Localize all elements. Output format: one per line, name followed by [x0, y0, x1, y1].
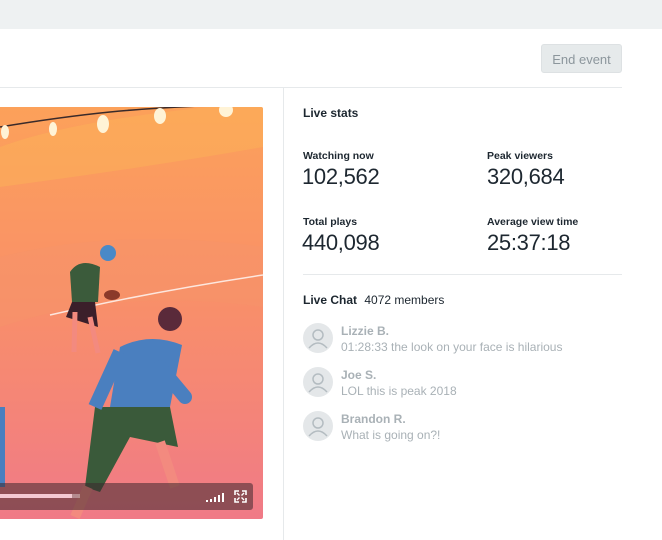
header-divider: [0, 87, 622, 88]
video-frame-illustration: [0, 107, 263, 519]
chat-author: Lizzie B.: [341, 324, 390, 338]
live-stats-title: Live stats: [303, 106, 359, 120]
chat-message: Brandon R. What is going on?!: [303, 411, 623, 445]
watching-now-value: 102,562: [302, 164, 380, 189]
average-view-time-label: Average view time: [487, 216, 579, 228]
user-avatar-icon: [303, 367, 333, 397]
user-avatar-icon: [303, 411, 333, 441]
average-view-time-value: 25:37:18: [487, 230, 571, 255]
chat-text: 01:28:33 the look on your face is hilari…: [341, 340, 563, 354]
stats-divider: [303, 274, 622, 275]
chat-author: Joe S.: [341, 368, 377, 382]
chat-message: Joe S. LOL this is peak 2018: [303, 367, 623, 401]
signal-strength-icon[interactable]: [206, 490, 228, 502]
total-plays-label: Total plays: [303, 216, 358, 228]
video-controls: [0, 483, 253, 510]
live-chat-title: Live Chat: [303, 293, 358, 307]
live-chat-header: Live Chat 4072 members: [303, 293, 444, 307]
watching-now-label: Watching now: [303, 150, 374, 162]
member-count: 4072 members: [364, 293, 445, 307]
progress-bar[interactable]: [0, 494, 80, 498]
chat-author: Brandon R.: [341, 412, 406, 426]
progress-fill: [0, 494, 72, 498]
top-bar: [0, 0, 662, 29]
peak-viewers-label: Peak viewers: [487, 150, 553, 162]
chat-text: What is going on?!: [341, 428, 441, 442]
user-avatar-icon: [303, 323, 333, 353]
column-divider: [283, 88, 284, 540]
chat-text: LOL this is peak 2018: [341, 384, 457, 398]
chat-message: Lizzie B. 01:28:33 the look on your face…: [303, 323, 623, 357]
fullscreen-icon[interactable]: [234, 490, 247, 503]
video-player[interactable]: [0, 107, 263, 519]
peak-viewers-value: 320,684: [487, 164, 565, 189]
end-event-button[interactable]: End event: [541, 44, 622, 73]
total-plays-value: 440,098: [302, 230, 380, 255]
